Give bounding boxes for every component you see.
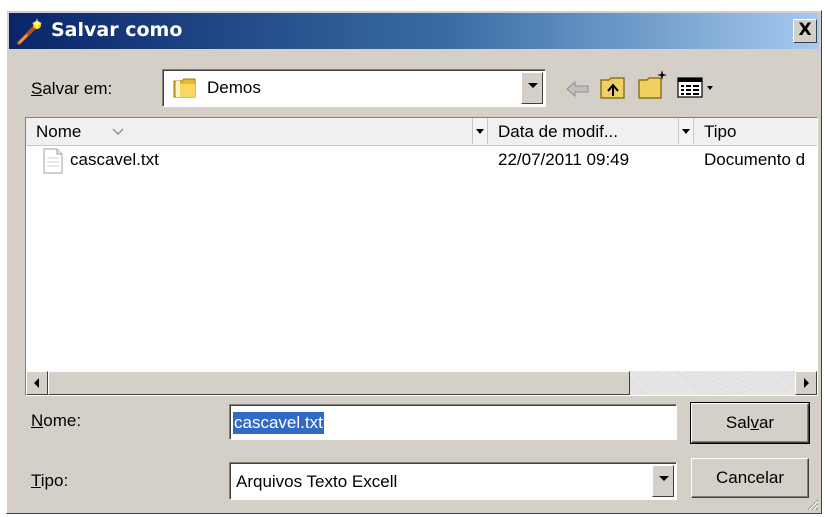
save-button-label-end: ar — [758, 413, 775, 432]
filetype-hotkey: T — [31, 471, 41, 490]
save-in-label: Salvar em: — [31, 79, 112, 99]
window-title: Salvar como — [51, 19, 183, 41]
folder-icon — [173, 78, 196, 98]
file-list[interactable]: Nome Data de modif... Tipo cascavel.txt … — [25, 117, 818, 396]
save-in-dropdown-arrow[interactable] — [521, 72, 543, 104]
filename-label-rest: ome: — [43, 411, 82, 430]
scroll-left-icon — [34, 378, 39, 388]
filename-input[interactable]: cascavel.txt — [229, 404, 677, 440]
view-menu-icon[interactable] — [677, 77, 717, 99]
text-file-icon — [43, 148, 63, 174]
filetype-dropdown[interactable]: Arquivos Texto Excell — [229, 462, 677, 500]
new-folder-icon[interactable] — [637, 69, 669, 101]
filetype-label: Tipo: — [31, 471, 68, 491]
magic-wand-icon — [17, 18, 42, 45]
column-dropdown-date[interactable] — [678, 118, 694, 144]
file-row[interactable]: cascavel.txt 22/07/2011 09:49 Documento … — [26, 148, 817, 174]
save-in-label-rest: alvar em: — [42, 79, 113, 98]
filename-label: Nome: — [31, 411, 81, 431]
filetype-dropdown-arrow[interactable] — [652, 465, 674, 497]
filename-value: cascavel.txt — [233, 412, 324, 434]
scroll-right-button[interactable] — [795, 371, 817, 395]
filename-hotkey: N — [31, 411, 44, 430]
close-button[interactable]: X — [793, 19, 817, 43]
file-list-header: Nome Data de modif... Tipo — [26, 118, 817, 146]
file-type: Documento d — [704, 150, 806, 169]
scroll-thumb[interactable] — [48, 371, 630, 395]
column-header-nome[interactable]: Nome — [36, 118, 81, 145]
resize-grip-icon[interactable] — [805, 497, 819, 511]
back-arrow-icon[interactable] — [565, 79, 591, 99]
file-date: 22/07/2011 09:49 — [498, 150, 630, 169]
scroll-left-button[interactable] — [26, 371, 48, 395]
scroll-right-icon — [804, 378, 809, 388]
save-in-hotkey: S — [31, 79, 43, 98]
filetype-label-rest: ipo: — [40, 471, 69, 490]
save-button-label-start: Sal — [725, 413, 751, 432]
save-as-dialog: Salvar como X Salvar em: Demos Nome Data… — [6, 10, 822, 514]
sort-down-icon — [112, 128, 124, 136]
save-in-dropdown[interactable]: Demos — [162, 69, 546, 107]
column-dropdown-nome[interactable] — [472, 118, 488, 144]
title-bar[interactable]: Salvar como X — [9, 13, 819, 49]
up-folder-icon[interactable] — [599, 75, 627, 101]
save-button[interactable]: Salvar — [690, 402, 810, 444]
column-header-tipo[interactable]: Tipo — [704, 118, 736, 145]
save-in-value: Demos — [207, 78, 261, 97]
filetype-value: Arquivos Texto Excell — [236, 472, 398, 491]
horizontal-scrollbar[interactable] — [26, 371, 817, 395]
file-name: cascavel.txt — [70, 150, 159, 169]
column-header-date[interactable]: Data de modif... — [498, 118, 618, 145]
cancel-button[interactable]: Cancelar — [691, 458, 809, 498]
save-button-hotkey: v — [750, 413, 759, 432]
